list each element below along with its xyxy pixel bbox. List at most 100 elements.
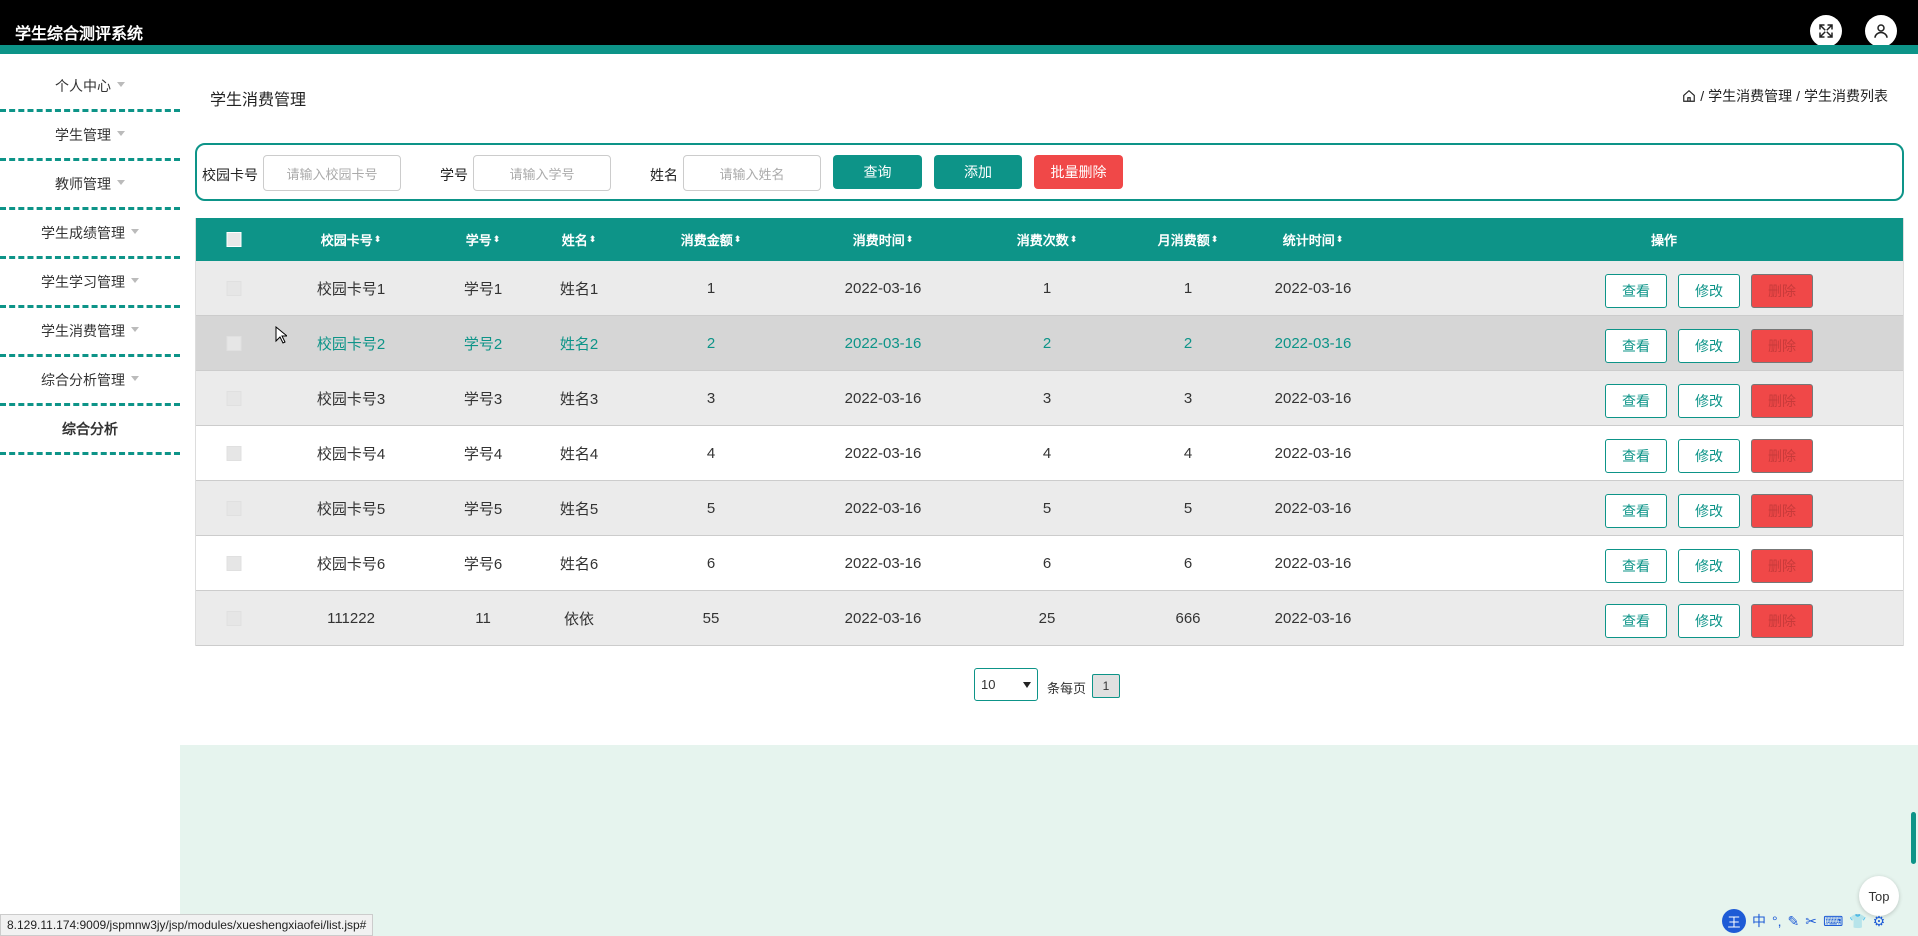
name-input[interactable]: 请输入姓名 bbox=[683, 155, 821, 191]
keyboard-icon[interactable]: ⌨ bbox=[1823, 913, 1843, 930]
chevron-down-icon bbox=[1023, 682, 1031, 688]
card-label: 校园卡号 bbox=[202, 167, 258, 183]
scroll-indicator[interactable] bbox=[1911, 812, 1916, 864]
delete-button[interactable]: 删除 bbox=[1751, 439, 1813, 473]
sidebar-item[interactable]: 综合分析管理 bbox=[0, 357, 180, 406]
sort-icon[interactable]: ⬍ bbox=[906, 234, 914, 245]
sort-icon[interactable]: ⬍ bbox=[589, 234, 597, 245]
sidebar-item-label: 学生学习管理 bbox=[41, 274, 125, 290]
ime-icon[interactable]: 王 bbox=[1722, 909, 1746, 933]
table-cell: 2022-03-16 bbox=[844, 334, 922, 352]
home-icon[interactable] bbox=[1682, 89, 1696, 103]
sidebar-item-label: 教师管理 bbox=[55, 176, 111, 192]
caret-down-icon bbox=[131, 375, 139, 381]
sidebar-item[interactable]: 学生管理 bbox=[0, 112, 180, 161]
view-button[interactable]: 查看 bbox=[1605, 329, 1667, 363]
gear-icon[interactable]: ⚙ bbox=[1873, 913, 1886, 930]
card-input[interactable]: 请输入校园卡号 bbox=[263, 155, 401, 191]
page-size-select[interactable]: 10 bbox=[974, 668, 1038, 701]
pen-icon[interactable]: ✎ bbox=[1788, 913, 1800, 930]
row-checkbox[interactable] bbox=[226, 500, 242, 516]
shirt-icon[interactable]: 👕 bbox=[1849, 913, 1866, 930]
expand-icon[interactable] bbox=[1810, 15, 1842, 47]
table-cell: 1 bbox=[1042, 279, 1052, 297]
sort-icon[interactable]: ⬍ bbox=[374, 234, 382, 245]
edit-button[interactable]: 修改 bbox=[1678, 384, 1740, 418]
view-button[interactable]: 查看 bbox=[1605, 604, 1667, 638]
page-number[interactable]: 1 bbox=[1092, 674, 1120, 698]
query-button[interactable]: 查询 bbox=[833, 155, 922, 189]
edit-button[interactable]: 修改 bbox=[1678, 494, 1740, 528]
table-cell: 2022-03-16 bbox=[1274, 554, 1352, 572]
caret-down-icon bbox=[117, 130, 125, 136]
select-all-checkbox-cell bbox=[226, 218, 242, 261]
edit-button[interactable]: 修改 bbox=[1678, 439, 1740, 473]
column-header[interactable]: 消费时间 ⬍ bbox=[853, 218, 914, 261]
user-icon[interactable] bbox=[1865, 15, 1897, 47]
sort-icon[interactable]: ⬍ bbox=[1070, 234, 1078, 245]
breadcrumb-item[interactable]: 学生消费管理 bbox=[1708, 86, 1792, 106]
row-checkbox[interactable] bbox=[226, 555, 242, 571]
column-header[interactable]: 统计时间 ⬍ bbox=[1283, 218, 1344, 261]
edit-button[interactable]: 修改 bbox=[1678, 549, 1740, 583]
delete-button[interactable]: 删除 bbox=[1751, 549, 1813, 583]
delete-button[interactable]: 删除 bbox=[1751, 384, 1813, 418]
edit-button[interactable]: 修改 bbox=[1678, 604, 1740, 638]
language-indicator[interactable]: 中 bbox=[1752, 911, 1766, 931]
row-checkbox[interactable] bbox=[226, 445, 242, 461]
sidebar-item[interactable]: 学生消费管理 bbox=[0, 308, 180, 357]
column-header[interactable]: 校园卡号 ⬍ bbox=[321, 218, 382, 261]
add-button[interactable]: 添加 bbox=[934, 155, 1022, 189]
sort-icon[interactable]: ⬍ bbox=[734, 234, 742, 245]
column-header[interactable]: 月消费额 ⬍ bbox=[1158, 218, 1219, 261]
view-button[interactable]: 查看 bbox=[1605, 274, 1667, 308]
batch-delete-button[interactable]: 批量删除 bbox=[1034, 155, 1123, 189]
delete-button[interactable]: 删除 bbox=[1751, 329, 1813, 363]
view-button[interactable]: 查看 bbox=[1605, 384, 1667, 418]
punctuation-icon[interactable]: °, bbox=[1772, 913, 1782, 929]
column-header[interactable]: 姓名 ⬍ bbox=[562, 218, 597, 261]
table-cell: 2022-03-16 bbox=[844, 609, 922, 627]
breadcrumb: / 学生消费管理 / 学生消费列表 bbox=[1682, 86, 1888, 106]
table-cell: 3 bbox=[1042, 389, 1052, 407]
delete-button[interactable]: 删除 bbox=[1751, 604, 1813, 638]
edit-button[interactable]: 修改 bbox=[1678, 329, 1740, 363]
edit-button[interactable]: 修改 bbox=[1678, 274, 1740, 308]
table-cell: 2022-03-16 bbox=[844, 389, 922, 407]
student-id-input[interactable]: 请输入学号 bbox=[473, 155, 611, 191]
consumption-table: 校园卡号 ⬍ 学号 ⬍ 姓名 ⬍ 消费金额 ⬍ 消费时间 ⬍ 消费次数 ⬍ 月消费额 ⬍ 统计时间 ⬍ 操作 校… bbox=[195, 218, 1904, 646]
row-checkbox[interactable] bbox=[226, 610, 242, 626]
row-checkbox-cell bbox=[226, 426, 242, 480]
view-button[interactable]: 查看 bbox=[1605, 494, 1667, 528]
sort-icon[interactable]: ⬍ bbox=[493, 234, 501, 245]
sidebar-item[interactable]: 学生成绩管理 bbox=[0, 210, 180, 259]
table-cell: 2022-03-16 bbox=[1274, 444, 1352, 462]
table-cell: 学号2 bbox=[463, 335, 503, 353]
column-header[interactable]: 学号 ⬍ bbox=[466, 218, 501, 261]
column-header[interactable]: 消费金额 ⬍ bbox=[681, 218, 742, 261]
sidebar-item[interactable]: 学生学习管理 bbox=[0, 259, 180, 308]
sidebar-item[interactable]: 个人中心 bbox=[0, 63, 180, 112]
row-checkbox-cell bbox=[226, 481, 242, 535]
row-checkbox[interactable] bbox=[226, 335, 242, 351]
sort-icon[interactable]: ⬍ bbox=[1211, 234, 1219, 245]
scissors-icon[interactable]: ✂ bbox=[1805, 913, 1817, 930]
view-button[interactable]: 查看 bbox=[1605, 439, 1667, 473]
row-checkbox[interactable] bbox=[226, 280, 242, 296]
column-header[interactable]: 消费次数 ⬍ bbox=[1017, 218, 1078, 261]
row-checkbox[interactable] bbox=[226, 390, 242, 406]
caret-down-icon bbox=[117, 81, 125, 87]
view-button[interactable]: 查看 bbox=[1605, 549, 1667, 583]
delete-button[interactable]: 删除 bbox=[1751, 494, 1813, 528]
delete-button[interactable]: 删除 bbox=[1751, 274, 1813, 308]
table-cell: 3 bbox=[1183, 389, 1193, 407]
sidebar-item-label: 综合分析管理 bbox=[41, 372, 125, 388]
table-cell: 学号6 bbox=[463, 555, 503, 573]
row-checkbox-cell bbox=[226, 591, 242, 645]
sort-icon[interactable]: ⬍ bbox=[1336, 234, 1344, 245]
select-all-checkbox[interactable] bbox=[226, 232, 242, 247]
sidebar-item[interactable]: 综合分析 bbox=[0, 406, 180, 455]
sidebar-item[interactable]: 教师管理 bbox=[0, 161, 180, 210]
table-row: 校园卡号5 学号5 姓名5 5 2022-03-16 5 5 2022-03-16 查看 修改 删除 bbox=[196, 481, 1903, 536]
sidebar-item-label: 学生管理 bbox=[55, 127, 111, 143]
